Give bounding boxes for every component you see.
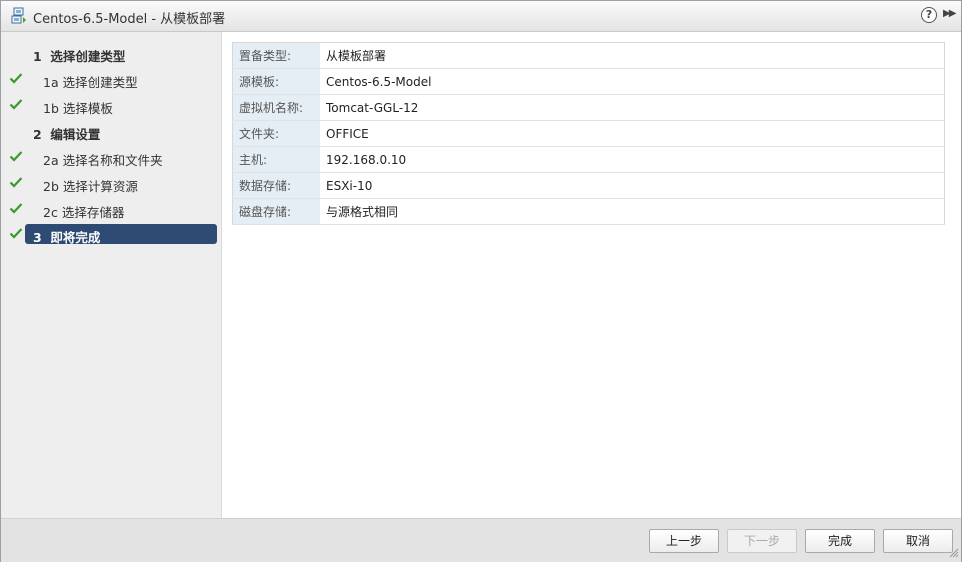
- checkmark-icon: [9, 97, 23, 111]
- table-row: 源模板: Centos-6.5-Model: [232, 68, 945, 95]
- checkmark-icon: [9, 201, 23, 215]
- finish-button[interactable]: 完成: [805, 529, 875, 553]
- row-value: 从模板部署: [320, 42, 945, 69]
- step-label: 编辑设置: [50, 127, 101, 142]
- row-key: 虚拟机名称:: [232, 94, 320, 121]
- step-label: 即将完成: [50, 230, 101, 245]
- row-value: 与源格式相同: [320, 198, 945, 225]
- table-row: 主机: 192.168.0.10: [232, 146, 945, 173]
- row-key: 置备类型:: [232, 42, 320, 69]
- row-value: Tomcat-GGL-12: [320, 94, 945, 121]
- step-label: 选择模板: [62, 101, 113, 116]
- table-row: 磁盘存储: 与源格式相同: [232, 198, 945, 225]
- row-key: 磁盘存储:: [232, 198, 320, 225]
- step-2b[interactable]: 2b 选择计算资源: [1, 173, 221, 194]
- dialog-title: Centos-6.5-Model - 从模板部署: [33, 12, 226, 27]
- step-1b[interactable]: 1b 选择模板: [1, 95, 221, 116]
- row-key: 源模板:: [232, 68, 320, 95]
- row-key: 文件夹:: [232, 120, 320, 147]
- table-row: 虚拟机名称: Tomcat-GGL-12: [232, 94, 945, 121]
- step-label: 选择存储器: [61, 205, 125, 220]
- step-1a[interactable]: 1a 选择创建类型: [1, 69, 221, 90]
- step-label: 选择计算资源: [62, 179, 138, 194]
- row-value: ESXi-10: [320, 172, 945, 199]
- row-value: Centos-6.5-Model: [320, 68, 945, 95]
- wizard-steps-sidebar: 1 选择创建类型 1a 选择创建类型 1b 选择模板 2 编辑设置 2a 选择名…: [1, 32, 222, 518]
- dialog-titlebar: Centos-6.5-Model - 从模板部署 ? ▶▶: [1, 1, 961, 32]
- step-3[interactable]: 3 即将完成: [1, 224, 221, 245]
- table-row: 文件夹: OFFICE: [232, 120, 945, 147]
- step-label: 选择创建类型: [50, 49, 126, 64]
- step-1: 1 选择创建类型: [33, 49, 126, 64]
- cancel-button[interactable]: 取消: [883, 529, 953, 553]
- table-row: 置备类型: 从模板部署: [232, 42, 945, 69]
- table-row: 数据存储: ESXi-10: [232, 172, 945, 199]
- checkmark-icon: [9, 71, 23, 85]
- collapse-panel-icon[interactable]: ▶▶: [943, 8, 956, 19]
- step-2: 2 编辑设置: [33, 127, 101, 142]
- deploy-wizard-dialog: Centos-6.5-Model - 从模板部署 ? ▶▶ 1 选择创建类型 1…: [0, 0, 962, 562]
- resize-grip-icon[interactable]: [949, 547, 959, 558]
- next-button[interactable]: 下一步: [727, 529, 797, 553]
- row-key: 数据存储:: [232, 172, 320, 199]
- step-2c[interactable]: 2c 选择存储器: [1, 199, 221, 220]
- review-summary-table: 置备类型: 从模板部署 源模板: Centos-6.5-Model 虚拟机名称: To…: [232, 42, 945, 225]
- row-value: OFFICE: [320, 120, 945, 147]
- step-label: 选择创建类型: [62, 75, 138, 90]
- row-key: 主机:: [232, 146, 320, 173]
- vm-template-icon: [10, 7, 28, 25]
- help-icon[interactable]: ?: [921, 7, 937, 23]
- dialog-footer: 上一步 下一步 完成 取消: [1, 518, 961, 562]
- back-button[interactable]: 上一步: [649, 529, 719, 553]
- step-label: 选择名称和文件夹: [62, 153, 163, 168]
- step-2a[interactable]: 2a 选择名称和文件夹: [1, 147, 221, 168]
- ready-to-complete-panel: 置备类型: 从模板部署 源模板: Centos-6.5-Model 虚拟机名称: To…: [222, 32, 961, 518]
- checkmark-icon: [9, 149, 23, 163]
- checkmark-icon: [9, 175, 23, 189]
- checkmark-icon: [9, 226, 23, 240]
- row-value: 192.168.0.10: [320, 146, 945, 173]
